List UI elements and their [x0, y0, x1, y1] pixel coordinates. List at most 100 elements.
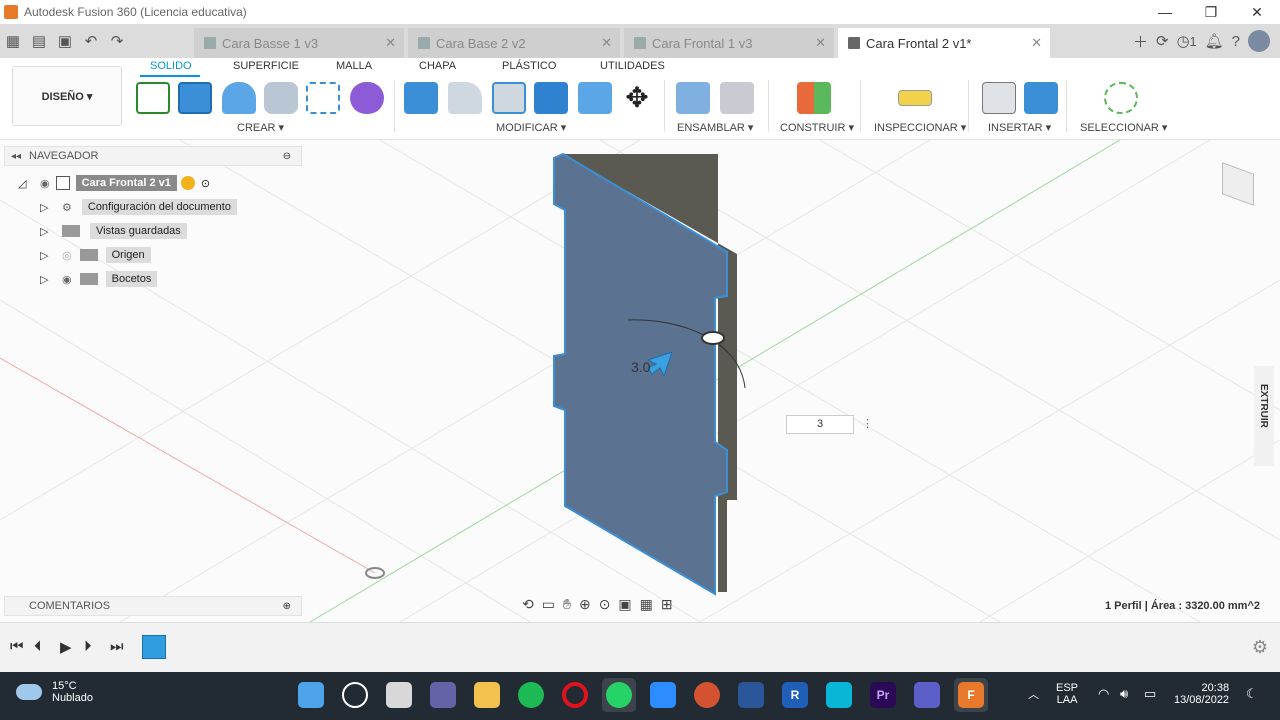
offset-plane-icon[interactable]	[797, 82, 831, 114]
job-status-icon[interactable]: ◷1	[1177, 32, 1197, 50]
activate-icon[interactable]	[180, 176, 195, 190]
add-comment-icon[interactable]: ⊕	[283, 601, 291, 612]
help-icon[interactable]: ?	[1232, 33, 1240, 50]
search-icon[interactable]	[342, 682, 368, 708]
extrude-distance-input[interactable]: 3	[786, 415, 854, 434]
press-pull-icon[interactable]	[404, 82, 438, 114]
group-create[interactable]: CREAR ▾	[237, 121, 284, 134]
tab-cara-frontal-1[interactable]: Cara Frontal 1 v3 ✕	[624, 28, 834, 58]
joint-icon[interactable]	[720, 82, 754, 114]
avatar[interactable]	[1248, 30, 1270, 52]
look-at-icon[interactable]: ▭	[542, 596, 555, 613]
minimize-button[interactable]: —	[1142, 0, 1188, 24]
pattern-icon[interactable]	[306, 82, 340, 114]
tree-item-origin[interactable]: ▷ ◎ Origen	[40, 245, 151, 265]
tree-item-sketches[interactable]: ▷ ◉ Bocetos	[40, 269, 158, 289]
expand-triangle-icon[interactable]: ▷	[40, 273, 50, 286]
tab-chapa[interactable]: CHAPA	[419, 60, 456, 72]
group-inspect[interactable]: INSPECCIONAR ▾	[874, 121, 966, 134]
restore-button[interactable]: ❐	[1188, 0, 1234, 24]
tab-cara-frontal-2[interactable]: Cara Frontal 2 v1* ✕	[838, 28, 1050, 58]
go-to-start-icon[interactable]: ⏮	[10, 638, 24, 655]
display-settings-icon[interactable]: ▣	[618, 596, 631, 613]
weather-widget[interactable]: 15°C Nublado	[16, 680, 93, 704]
fit-icon[interactable]: ⊙	[599, 596, 611, 613]
word-icon[interactable]	[738, 682, 764, 708]
group-construct[interactable]: CONSTRUIR ▾	[780, 121, 854, 134]
tab-malla[interactable]: MALLA	[336, 60, 372, 72]
close-button[interactable]: ✕	[1234, 0, 1280, 24]
group-select[interactable]: SELECCIONAR ▾	[1080, 121, 1167, 134]
fusion-360-icon[interactable]: F	[958, 682, 984, 708]
shell-icon[interactable]	[492, 82, 526, 114]
expand-triangle-icon[interactable]: ▷	[40, 201, 50, 214]
new-component-icon[interactable]	[676, 82, 710, 114]
play-icon[interactable]: ▶	[60, 638, 72, 656]
radio-icon[interactable]: ⊙	[201, 177, 210, 190]
move-icon[interactable]: ✥	[620, 82, 654, 114]
expand-triangle-icon[interactable]: ◿	[18, 177, 28, 190]
gear-icon[interactable]: ⚙	[1252, 637, 1268, 658]
hole-icon[interactable]	[264, 82, 298, 114]
start-icon[interactable]	[298, 682, 324, 708]
group-modify[interactable]: MODIFICAR ▾	[496, 121, 566, 134]
timeline-sketch-feature[interactable]	[142, 635, 166, 659]
tab-superficie[interactable]: SUPERFICIE	[233, 60, 299, 72]
collapse-icon[interactable]: ◂◂	[11, 151, 21, 162]
apps-grid-icon[interactable]: ▦	[0, 32, 26, 50]
scale-icon[interactable]	[578, 82, 612, 114]
opera-icon[interactable]	[562, 682, 588, 708]
extrude-panel[interactable]: EXTRUIR	[1254, 366, 1274, 466]
expand-triangle-icon[interactable]: ▷	[40, 225, 50, 238]
close-tab-icon[interactable]: ✕	[385, 35, 396, 51]
viewcube[interactable]	[1214, 160, 1262, 208]
whatsapp-icon[interactable]	[606, 682, 632, 708]
pan-icon[interactable]: ✋︎	[563, 596, 571, 613]
zoom-icon[interactable]	[650, 682, 676, 708]
teams-chat-icon[interactable]	[430, 682, 456, 708]
wifi-icon[interactable]: ◠	[1098, 686, 1109, 702]
tab-cara-basse-1[interactable]: Cara Basse 1 v3 ✕	[194, 28, 404, 58]
measure-icon[interactable]	[898, 90, 932, 106]
eye-hidden-icon[interactable]: ◎	[62, 249, 72, 262]
notification-moon-icon[interactable]: ☾	[1246, 686, 1258, 702]
revolve-icon[interactable]	[222, 82, 256, 114]
zoom-icon[interactable]: ⊕	[579, 596, 591, 613]
volume-icon[interactable]: 🔊︎	[1120, 686, 1128, 702]
expand-triangle-icon[interactable]: ▷	[40, 249, 50, 262]
task-view-icon[interactable]	[386, 682, 412, 708]
form-icon[interactable]	[350, 82, 384, 114]
fillet-icon[interactable]	[448, 82, 482, 114]
select-icon[interactable]	[1104, 82, 1138, 114]
insert-derive-icon[interactable]	[982, 82, 1016, 114]
eye-icon[interactable]: ◉	[62, 273, 72, 286]
group-insert[interactable]: INSERTAR ▾	[988, 121, 1051, 134]
save-icon[interactable]: ▣	[52, 32, 78, 50]
tab-solido[interactable]: SOLIDO	[150, 60, 192, 72]
close-tab-icon[interactable]: ✕	[815, 35, 826, 51]
more-options-icon[interactable]: ⋮	[862, 417, 873, 430]
new-tab-button[interactable]: ＋	[1133, 31, 1148, 52]
combine-icon[interactable]	[534, 82, 568, 114]
tree-root[interactable]: ◿ ◉ Cara Frontal 2 v1 ⊙	[18, 173, 210, 193]
step-forward-icon[interactable]: ⏵	[84, 638, 92, 655]
group-assemble[interactable]: ENSAMBLAR ▾	[677, 121, 753, 134]
rotate-handle[interactable]	[701, 331, 725, 345]
undo-icon[interactable]: ↶	[78, 32, 104, 50]
close-tab-icon[interactable]: ✕	[601, 35, 612, 51]
step-back-icon[interactable]: ⏴	[34, 638, 42, 655]
clock[interactable]: 20:38 13/08/2022	[1174, 682, 1229, 706]
tree-item-views[interactable]: ▷ Vistas guardadas	[40, 221, 187, 241]
chevron-up-icon[interactable]: ︿	[1028, 686, 1039, 702]
powerpoint-icon[interactable]	[694, 682, 720, 708]
extrude-icon[interactable]	[178, 82, 212, 114]
teams-icon[interactable]	[914, 682, 940, 708]
redo-icon[interactable]: ↷	[104, 32, 130, 50]
tab-utilidades[interactable]: UTILIDADES	[600, 60, 665, 72]
canva-icon[interactable]	[826, 682, 852, 708]
battery-icon[interactable]: ▭	[1144, 686, 1156, 702]
language-indicator[interactable]: ESP LAA	[1056, 682, 1078, 706]
grid-settings-icon[interactable]: ▦	[640, 596, 653, 613]
premiere-icon[interactable]: Pr	[870, 682, 896, 708]
tab-plastico[interactable]: PLÁSTICO	[502, 60, 556, 72]
